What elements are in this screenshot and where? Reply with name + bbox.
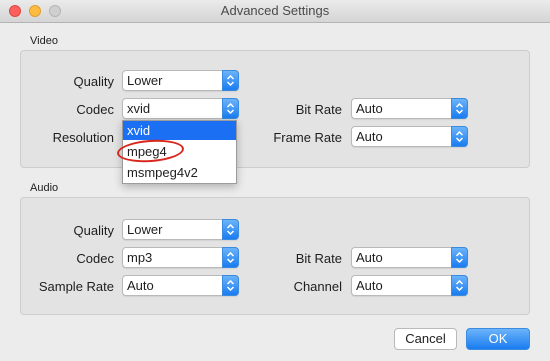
audio-bit-rate-label: Bit Rate [295,251,342,266]
chevron-up-down-icon [451,275,468,296]
video-quality-value: Lower [127,73,163,88]
ok-button[interactable]: OK [466,328,530,350]
chevron-up-down-icon [451,126,468,147]
video-section-label: Video [30,35,58,47]
audio-channel-select[interactable]: Auto [351,275,468,296]
audio-channel-value: Auto [356,278,383,293]
video-bit-rate-select[interactable]: Auto [351,98,468,119]
cancel-button[interactable]: Cancel [394,328,457,350]
audio-quality-value: Lower [127,222,163,237]
advanced-settings-window: Advanced Settings Video Quality Lower Co… [0,0,550,361]
audio-quality-label: Quality [73,223,114,238]
chevron-up-down-icon [222,247,239,268]
audio-codec-value: mp3 [127,250,153,265]
chevron-up-down-icon [222,275,239,296]
video-codec-label: Codec [76,102,114,117]
audio-section-label: Audio [30,182,59,194]
video-quality-label: Quality [73,74,114,89]
audio-sample-rate-label: Sample Rate [38,279,114,294]
video-codec-value: xvid [127,101,151,116]
audio-channel-label: Channel [293,279,342,294]
chevron-up-down-icon [451,247,468,268]
video-bit-rate-value: Auto [356,101,383,116]
video-frame-rate-label: Frame Rate [273,130,342,145]
window-title: Advanced Settings [220,3,330,18]
audio-codec-label: Codec [76,251,114,266]
audio-bit-rate-value: Auto [356,250,383,265]
video-frame-rate-select[interactable]: Auto [351,126,468,147]
video-quality-select[interactable]: Lower [122,70,239,91]
title-bar: Advanced Settings [0,0,550,23]
audio-bit-rate-select[interactable]: Auto [351,247,468,268]
codec-option-label: msmpeg4v2 [127,165,198,180]
codec-option-msmpeg4v2[interactable]: msmpeg4v2 [123,163,236,182]
codec-option-label: xvid [127,123,151,138]
video-bit-rate-label: Bit Rate [295,102,342,117]
audio-sample-rate-value: Auto [127,278,154,293]
video-resolution-label: Resolution [52,130,114,145]
audio-quality-select[interactable]: Lower [122,219,239,240]
chevron-up-down-icon [222,98,239,119]
audio-sample-rate-select[interactable]: Auto [122,275,239,296]
video-frame-rate-value: Auto [356,129,383,144]
chevron-up-down-icon [222,70,239,91]
audio-codec-select[interactable]: mp3 [122,247,239,268]
chevron-up-down-icon [222,219,239,240]
chevron-up-down-icon [451,98,468,119]
codec-option-xvid[interactable]: xvid [123,121,236,140]
video-codec-select[interactable]: xvid [122,98,239,119]
